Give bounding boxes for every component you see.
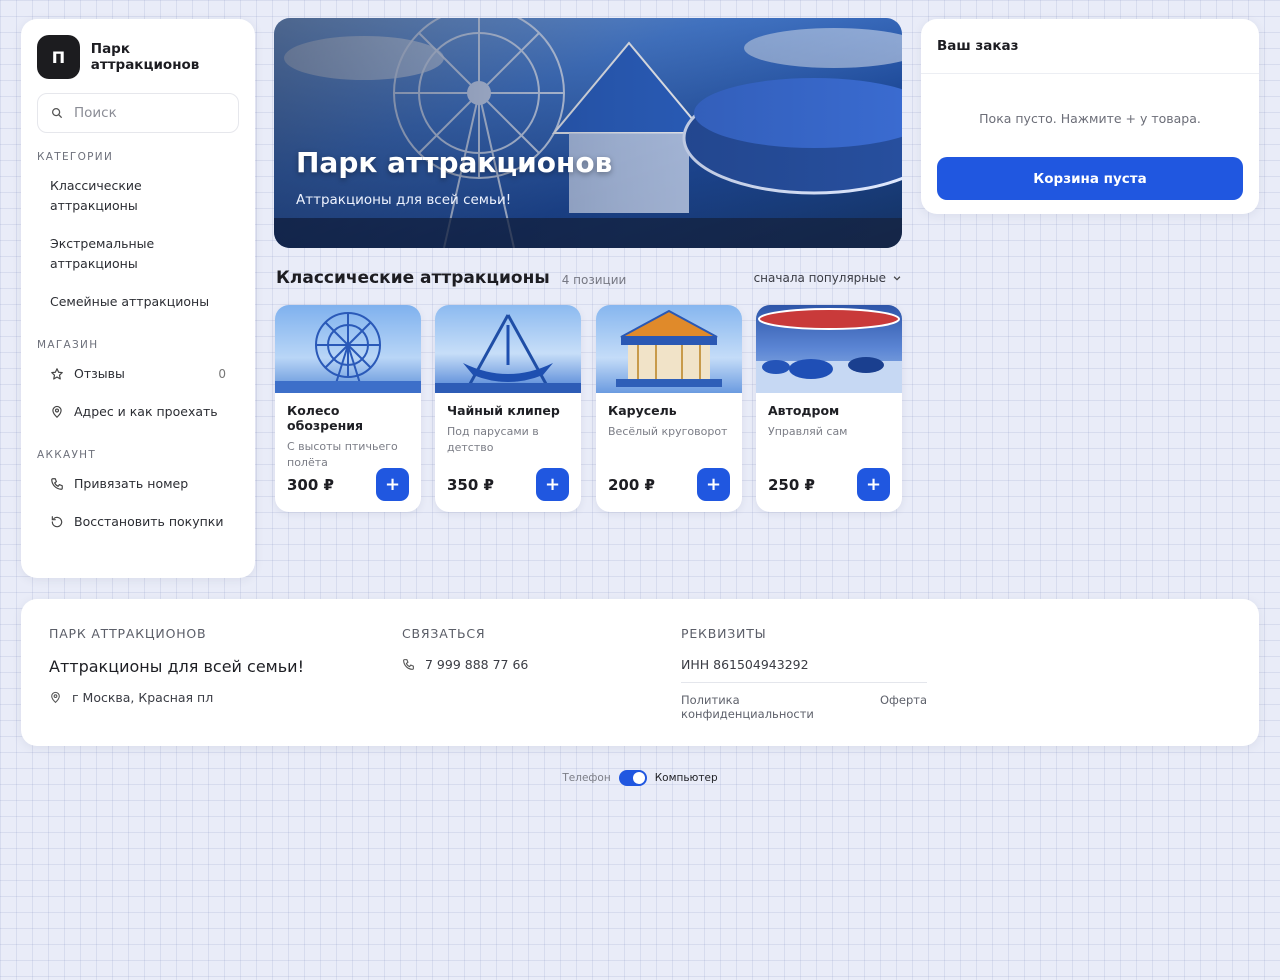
hero-title: Парк аттракционов	[296, 146, 613, 179]
add-to-cart-button[interactable]: +	[857, 468, 890, 501]
reviews-count: 0	[218, 367, 226, 381]
categories-label: КАТЕГОРИИ	[37, 151, 114, 163]
hero-overlay	[274, 18, 902, 248]
product-image	[435, 305, 581, 393]
product-description: Весёлый круговорот	[608, 425, 728, 438]
footer-tagline: Аттракционы для всей семьи!	[49, 657, 304, 676]
product-card-bumper-cars[interactable]: Автодром Управляй сам 250 ₽ +	[756, 305, 902, 512]
nav-address-label: Адрес и как проехать	[74, 404, 218, 419]
product-name: Карусель	[608, 403, 677, 418]
footer-details-heading: РЕКВИЗИТЫ	[681, 626, 767, 641]
footer-phone-number: 7 999 888 77 66	[425, 657, 529, 672]
sort-dropdown[interactable]: сначала популярные	[754, 271, 902, 285]
footer-contact-column: СВЯЗАТЬСЯ 7 999 888 77 66	[402, 626, 528, 672]
product-price: 200 ₽	[608, 476, 655, 494]
shop-label: МАГАЗИН	[37, 339, 99, 351]
footer-address[interactable]: г Москва, Красная пл	[49, 690, 304, 705]
order-empty-message: Пока пусто. Нажмите + у товара.	[979, 111, 1201, 126]
product-name: Чайный клипер	[447, 403, 560, 418]
product-image	[275, 305, 421, 393]
account-label: АККАУНТ	[37, 449, 97, 461]
section-count: 4 позиции	[561, 272, 627, 287]
product-description: С высоты птичьего полёта	[287, 440, 398, 469]
restore-icon	[51, 516, 63, 528]
star-icon	[51, 368, 63, 380]
product-name: Колесо обозрения	[287, 403, 364, 433]
add-to-cart-button[interactable]: +	[536, 468, 569, 501]
nav-address[interactable]: Адрес и как проехать	[37, 393, 239, 431]
hero-subtitle: Аттракционы для всей семьи!	[296, 192, 512, 208]
footer-details-column: РЕКВИЗИТЫ ИНН 861504943292 Политика конф…	[681, 626, 927, 721]
product-description: Под парусами в детство	[447, 425, 539, 454]
order-panel: Ваш заказ Пока пусто. Нажмите + у товара…	[921, 19, 1259, 214]
product-price: 300 ₽	[287, 476, 334, 494]
sidebar: П Парк аттракционов КАТЕГОРИИ Классическ…	[21, 19, 255, 578]
map-pin-icon	[51, 691, 60, 704]
chevron-down-icon	[893, 276, 901, 281]
search-icon	[51, 107, 63, 119]
view-toggle: Телефон Компьютер	[0, 770, 1280, 786]
product-card-carousel[interactable]: Карусель Весёлый круговорот 200 ₽ +	[596, 305, 742, 512]
toggle-computer-label[interactable]: Компьютер	[655, 772, 718, 784]
phone-icon	[403, 659, 414, 670]
add-to-cart-button[interactable]: +	[697, 468, 730, 501]
product-card-tea-clipper[interactable]: Чайный клипер Под парусами в детство 350…	[435, 305, 581, 512]
toggle-phone-label[interactable]: Телефон	[562, 772, 610, 784]
brand-logo: П	[37, 35, 80, 79]
privacy-policy-link[interactable]: Политика конфиденциальности	[681, 693, 864, 721]
category-extreme[interactable]: Экстремальные аттракционы	[37, 225, 187, 283]
product-description: Управляй сам	[768, 425, 848, 438]
product-image	[596, 305, 742, 393]
footer-brand-heading: ПАРК АТТРАКЦИОНОВ	[49, 626, 207, 641]
nav-restore-label: Восстановить покупки	[74, 514, 224, 529]
sort-label: сначала популярные	[753, 271, 886, 285]
product-name: Автодром	[768, 403, 840, 418]
footer-brand-column: ПАРК АТТРАКЦИОНОВ Аттракционы для всей с…	[49, 626, 304, 705]
footer-address-text: г Москва, Красная пл	[72, 690, 214, 705]
offer-link[interactable]: Оферта	[880, 693, 927, 721]
product-image	[756, 305, 902, 393]
search-box	[37, 93, 239, 133]
product-price: 350 ₽	[447, 476, 494, 494]
map-pin-icon	[52, 405, 62, 419]
brand[interactable]: П Парк аттракционов	[37, 35, 239, 79]
nav-link-phone[interactable]: Привязать номер	[37, 465, 239, 503]
order-title: Ваш заказ	[921, 19, 1259, 74]
product-price: 250 ₽	[768, 476, 815, 494]
search-input[interactable]	[74, 105, 224, 121]
footer-links: Политика конфиденциальности Оферта	[681, 682, 927, 721]
hero-banner: Парк аттракционов Аттракционы для всей с…	[274, 18, 902, 248]
footer-inn: ИНН 861504943292	[681, 657, 809, 672]
add-to-cart-button[interactable]: +	[376, 468, 409, 501]
nav-restore[interactable]: Восстановить покупки	[37, 503, 239, 541]
brand-name: Парк аттракционов	[90, 41, 200, 73]
nav-reviews-label: Отзывы	[74, 366, 125, 381]
cart-button[interactable]: Корзина пуста	[937, 157, 1243, 200]
view-switch[interactable]	[618, 770, 647, 786]
category-family[interactable]: Семейные аттракционы	[37, 283, 239, 321]
footer-contact-heading: СВЯЗАТЬСЯ	[402, 626, 486, 641]
section-header: Классические аттракционы 4 позиции снача…	[276, 266, 902, 290]
category-classic[interactable]: Классические аттракционы	[37, 167, 239, 225]
product-card-ferris-wheel[interactable]: Колесо обозрения С высоты птичьего полёт…	[275, 305, 421, 512]
footer: ПАРК АТТРАКЦИОНОВ Аттракционы для всей с…	[21, 599, 1259, 746]
section-title: Классические аттракционы	[276, 268, 550, 288]
footer-phone[interactable]: 7 999 888 77 66	[402, 657, 528, 672]
nav-reviews[interactable]: Отзывы 0	[37, 355, 239, 393]
nav-link-phone-label: Привязать номер	[74, 476, 189, 491]
phone-icon	[51, 478, 63, 490]
